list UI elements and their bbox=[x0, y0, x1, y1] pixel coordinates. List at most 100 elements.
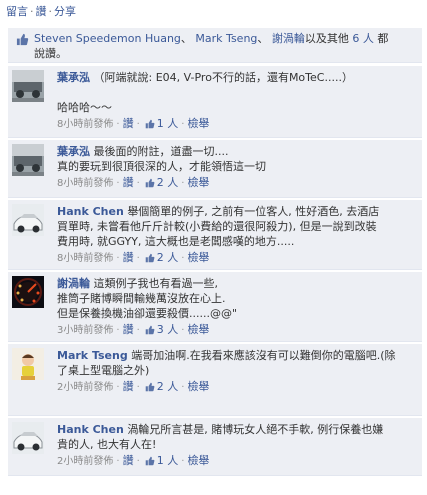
likes-suffix: 說讚。 bbox=[34, 47, 67, 60]
like-count-text: 2 人 bbox=[156, 251, 179, 264]
comment-time: 2小時前發佈 bbox=[57, 382, 114, 393]
comment-text: （阿端就說: E04, V-Pro不行的話，還有MoTeC.....） bbox=[93, 71, 353, 84]
comment-text: 真的要玩到很頂很深的人，才能領悟這一切 bbox=[57, 160, 266, 173]
comment-author[interactable]: 謝渦輪 bbox=[57, 277, 90, 290]
comment-item: Hank Chen 舉個簡單的例子, 之前有一位客人, 性好酒色, 去酒店 買單… bbox=[8, 200, 422, 270]
like-count-text: 2 人 bbox=[156, 176, 179, 189]
comment-text: 哈哈哈～～ bbox=[57, 101, 112, 114]
report-link[interactable]: 檢舉 bbox=[187, 117, 209, 130]
comment-item: Mark Tseng 端哥加油啊.在我看來應該沒有可以難倒你的電腦吧.(除 了桌… bbox=[8, 344, 422, 416]
comment-link[interactable]: 留言 bbox=[6, 5, 28, 18]
thumbs-up-icon bbox=[145, 382, 155, 392]
comment-item: 謝渦輪 這類例子我也有看過一些, 推筒子賭博瞬間輸幾萬沒放在心上. 但是保養換機… bbox=[8, 272, 422, 342]
comment-like-link[interactable]: 讚 bbox=[123, 176, 134, 189]
comment-author[interactable]: Hank Chen bbox=[57, 205, 124, 218]
like-count-text: 1 人 bbox=[156, 454, 179, 467]
comment-like-link[interactable]: 讚 bbox=[123, 117, 134, 130]
comment-meta: 3小時前發佈 · 讚 · 3 人 · 檢舉 bbox=[57, 322, 416, 338]
report-link[interactable]: 檢舉 bbox=[187, 251, 209, 264]
like-count-text: 3 人 bbox=[156, 323, 179, 336]
separator: · bbox=[116, 178, 120, 189]
separator: · bbox=[136, 253, 140, 264]
avatar[interactable] bbox=[12, 422, 44, 454]
comment-author[interactable]: Hank Chen bbox=[57, 423, 124, 436]
comment-meta: 2小時前發佈 · 讚 · 2 人 · 檢舉 bbox=[57, 379, 416, 395]
likes-suffix: 都 bbox=[377, 32, 389, 45]
comment-like-link[interactable]: 讚 bbox=[123, 251, 134, 264]
report-link[interactable]: 檢舉 bbox=[187, 454, 209, 467]
comment-like-count[interactable]: 3 人 bbox=[143, 323, 179, 336]
separator: · bbox=[136, 382, 140, 393]
comment-text: 渦輪兄所言甚是, 賭博玩女人絕不手軟, 例行保養也嫌 bbox=[127, 423, 384, 436]
comment-like-count[interactable]: 1 人 bbox=[143, 454, 179, 467]
avatar[interactable] bbox=[12, 70, 44, 102]
separator: · bbox=[136, 178, 140, 189]
comment-text: 端哥加油啊.在我看來應該沒有可以難倒你的電腦吧.(除 bbox=[131, 349, 396, 362]
thumbs-up-icon bbox=[145, 456, 155, 466]
like-link[interactable]: 讚 bbox=[36, 5, 47, 18]
separator: · bbox=[136, 456, 140, 467]
separator: · bbox=[136, 119, 140, 130]
separator: · bbox=[116, 456, 120, 467]
separator: · bbox=[48, 5, 53, 18]
comment-text: 推筒子賭博瞬間輸幾萬沒放在心上. bbox=[57, 292, 226, 305]
comment-text: 買單時, 未嘗看他斤斤計較(小費給的還很阿殺力), 但是一說到改裝 bbox=[57, 220, 377, 233]
report-link[interactable]: 檢舉 bbox=[187, 323, 209, 336]
liker-name[interactable]: Mark Tseng bbox=[195, 32, 257, 45]
comment-meta: 2小時前發佈 · 讚 · 1 人 · 檢舉 bbox=[57, 453, 416, 469]
like-count-text: 2 人 bbox=[156, 380, 179, 393]
comment-item: Hank Chen 渦輪兄所言甚是, 賭博玩女人絕不手軟, 例行保養也嫌 貴的人… bbox=[8, 418, 422, 476]
comment-text: 這類例子我也有看過一些, bbox=[93, 277, 219, 290]
comment-time: 3小時前發佈 bbox=[57, 325, 114, 336]
thumbs-up-icon bbox=[145, 178, 155, 188]
comment-like-count[interactable]: 2 人 bbox=[143, 380, 179, 393]
comment-like-count[interactable]: 2 人 bbox=[143, 251, 179, 264]
separator: · bbox=[116, 119, 120, 130]
comment-item: 葉承泓 （阿端就說: E04, V-Pro不行的話，還有MoTeC.....） … bbox=[8, 66, 422, 138]
share-link[interactable]: 分享 bbox=[54, 5, 76, 18]
avatar[interactable] bbox=[12, 204, 44, 236]
thumbs-up-icon bbox=[145, 119, 155, 129]
post-actions: 留言 · 讚 · 分享 bbox=[6, 3, 76, 19]
comment-meta: 8小時前發佈 · 讚 · 2 人 · 檢舉 bbox=[57, 250, 416, 266]
others-count-link[interactable]: 6 人 bbox=[352, 32, 374, 45]
comment-like-link[interactable]: 讚 bbox=[123, 380, 134, 393]
comment-like-link[interactable]: 讚 bbox=[123, 323, 134, 336]
comment-like-link[interactable]: 讚 bbox=[123, 454, 134, 467]
separator: 、 bbox=[257, 32, 269, 45]
thumbs-up-icon bbox=[16, 33, 29, 46]
avatar[interactable] bbox=[12, 348, 44, 380]
liker-name[interactable]: Steven Speedemon Huang bbox=[34, 32, 181, 45]
comment-time: 8小時前發佈 bbox=[57, 119, 114, 130]
avatar[interactable] bbox=[12, 144, 44, 176]
separator: 、 bbox=[180, 32, 192, 45]
comment-time: 8小時前發佈 bbox=[57, 178, 114, 189]
comment-author[interactable]: Mark Tseng bbox=[57, 349, 128, 362]
comment-item: 葉承泓 最後面的附註，道盡一切.... 真的要玩到很頂很深的人，才能領悟這一切 … bbox=[8, 140, 422, 198]
comment-text: 但是保養換機油卻還要殺價......@@" bbox=[57, 307, 238, 320]
comment-time: 2小時前發佈 bbox=[57, 456, 114, 467]
comment-author[interactable]: 葉承泓 bbox=[57, 145, 90, 158]
report-link[interactable]: 檢舉 bbox=[187, 380, 209, 393]
thumbs-up-icon bbox=[145, 325, 155, 335]
avatar[interactable] bbox=[12, 276, 44, 308]
liker-name[interactable]: 謝渦輪 bbox=[272, 32, 305, 45]
separator: · bbox=[116, 325, 120, 336]
comment-text: 貴的人, 也大有人在! bbox=[57, 438, 157, 451]
comment-author[interactable]: 葉承泓 bbox=[57, 71, 90, 84]
thumbs-up-icon bbox=[145, 253, 155, 263]
separator: · bbox=[30, 5, 34, 18]
comment-time: 8小時前發佈 bbox=[57, 253, 114, 264]
comment-text: 最後面的附註，道盡一切.... bbox=[93, 145, 229, 158]
comment-text: 舉個簡單的例子, 之前有一位客人, 性好酒色, 去酒店 bbox=[127, 205, 380, 218]
like-count-text: 1 人 bbox=[156, 117, 179, 130]
separator: · bbox=[136, 325, 140, 336]
comment-text: 了桌上型電腦之外) bbox=[57, 364, 150, 377]
comment-like-count[interactable]: 1 人 bbox=[143, 117, 179, 130]
comment-meta: 8小時前發佈 · 讚 · 1 人 · 檢舉 bbox=[57, 116, 416, 132]
comment-like-count[interactable]: 2 人 bbox=[143, 176, 179, 189]
separator: · bbox=[116, 382, 120, 393]
comment-text: 費用時, 就GGYY, 這大概也是老闆感嘆的地方..... bbox=[57, 235, 295, 248]
report-link[interactable]: 檢舉 bbox=[187, 176, 209, 189]
separator: · bbox=[116, 253, 120, 264]
